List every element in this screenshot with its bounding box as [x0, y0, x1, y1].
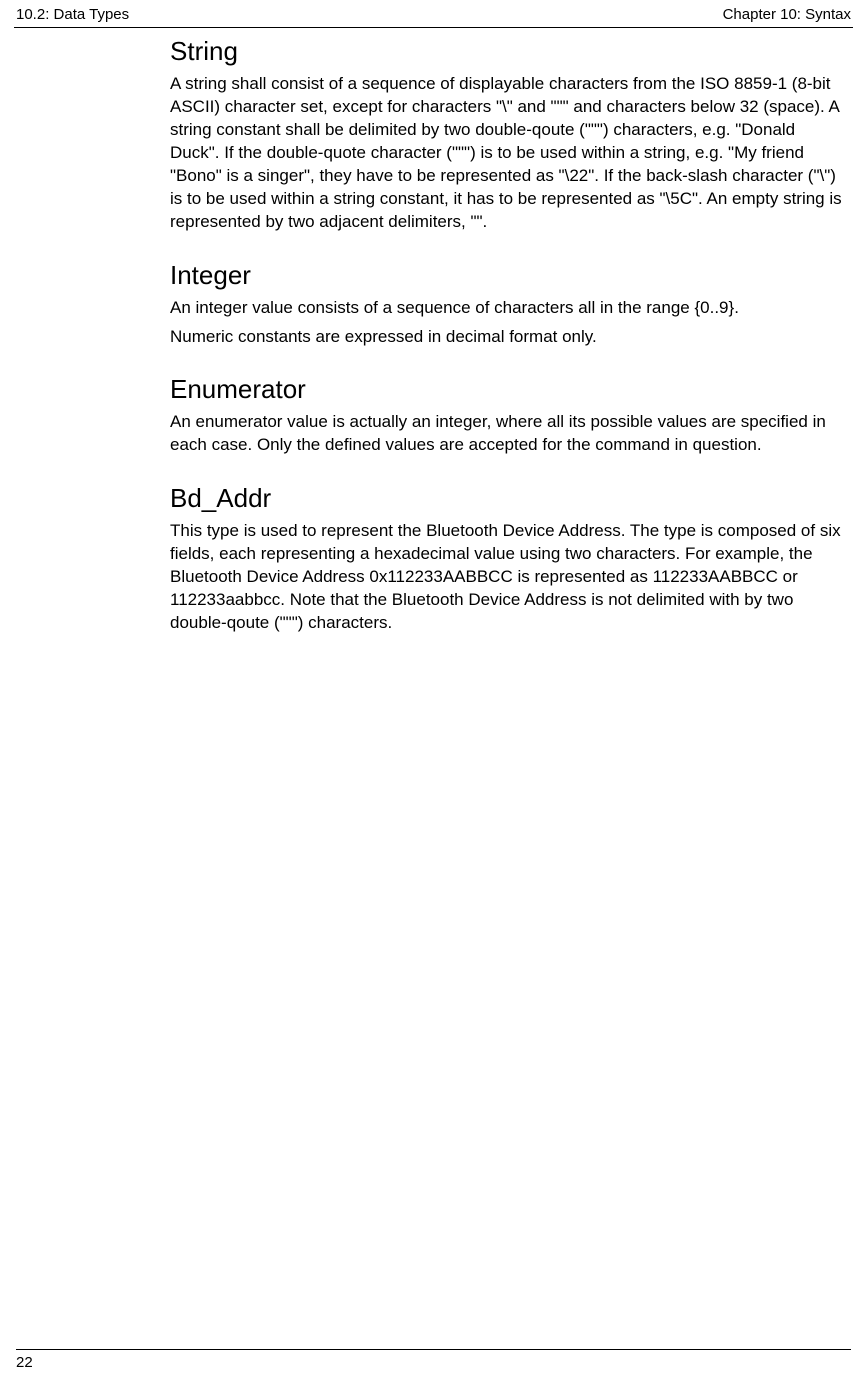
footer-divider	[16, 1349, 851, 1350]
page-footer: 22	[0, 1349, 867, 1382]
header-chapter-label: Chapter 10: Syntax	[723, 6, 851, 23]
enumerator-heading: Enumerator	[170, 374, 849, 405]
page-content: String A string shall consist of a seque…	[0, 28, 867, 635]
integer-body-2: Numeric constants are expressed in decim…	[170, 326, 849, 349]
header-section-label: 10.2: Data Types	[16, 6, 129, 23]
string-heading: String	[170, 36, 849, 67]
page-number: 22	[16, 1354, 33, 1371]
integer-heading: Integer	[170, 260, 849, 291]
bdaddr-body: This type is used to represent the Bluet…	[170, 520, 849, 635]
string-body: A string shall consist of a sequence of …	[170, 73, 849, 234]
bdaddr-heading: Bd_Addr	[170, 483, 849, 514]
enumerator-body: An enumerator value is actually an integ…	[170, 411, 849, 457]
integer-body-1: An integer value consists of a sequence …	[170, 297, 849, 320]
page-header: 10.2: Data Types Chapter 10: Syntax	[0, 0, 867, 27]
bdaddr-body-bold: not	[608, 590, 632, 609]
